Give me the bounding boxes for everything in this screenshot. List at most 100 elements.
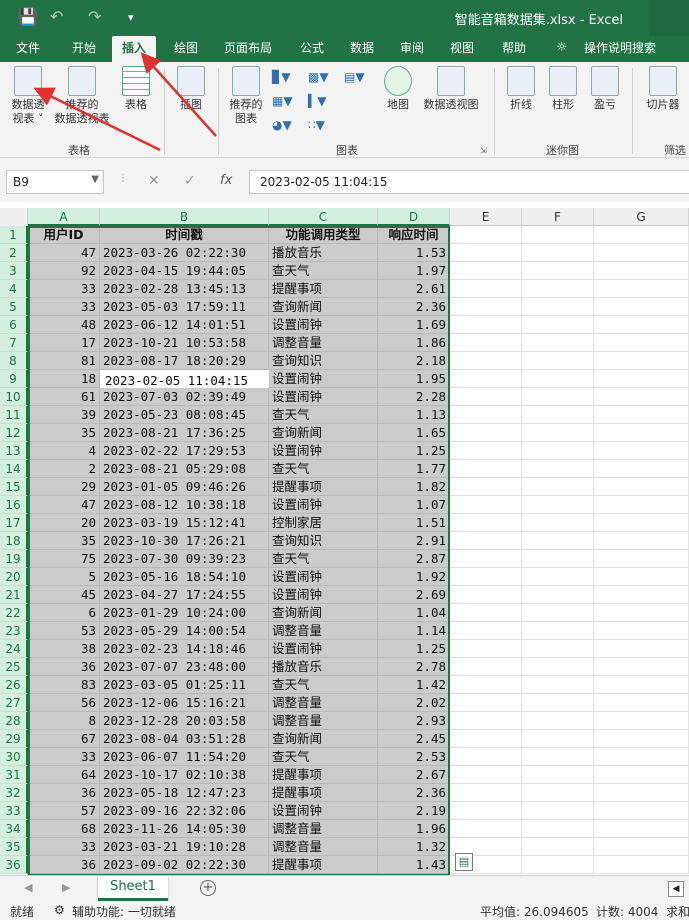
row-header[interactable]: 25 — [0, 658, 28, 676]
empty-cell[interactable] — [594, 496, 689, 514]
data-cell[interactable]: 查天气 — [269, 460, 378, 478]
data-cell[interactable]: 2023-08-17 18:20:29 — [100, 352, 269, 370]
add-sheet-button[interactable]: + — [200, 880, 216, 896]
data-cell[interactable]: 2023-03-05 01:25:11 — [100, 676, 269, 694]
data-cell[interactable]: 2023-08-21 17:36:25 — [100, 424, 269, 442]
row-header[interactable]: 9 — [0, 370, 28, 388]
row-header[interactable]: 21 — [0, 586, 28, 604]
maps-button[interactable]: 地图 — [382, 66, 414, 112]
data-cell[interactable]: 2023-05-23 08:08:45 — [100, 406, 269, 424]
data-cell[interactable]: 2.93 — [378, 712, 450, 730]
empty-cell[interactable] — [522, 496, 594, 514]
data-cell[interactable]: 29 — [28, 478, 100, 496]
empty-cell[interactable] — [450, 658, 522, 676]
empty-cell[interactable] — [594, 442, 689, 460]
empty-cell[interactable] — [594, 694, 689, 712]
sheet-tab[interactable]: Sheet1 — [98, 876, 168, 901]
row-header[interactable]: 28 — [0, 712, 28, 730]
data-cell[interactable]: 57 — [28, 802, 100, 820]
data-cell[interactable]: 查询新闻 — [269, 424, 378, 442]
sparkline-line-button[interactable]: 折线 — [502, 66, 540, 112]
data-cell[interactable]: 1.95 — [378, 370, 450, 388]
row-header[interactable]: 3 — [0, 262, 28, 280]
scatter-chart-icon[interactable]: ∷▼ — [308, 118, 330, 136]
row-header[interactable]: 36 — [0, 856, 28, 874]
data-cell[interactable]: 2023-03-26 02:22:30 — [100, 244, 269, 262]
data-cell[interactable]: 83 — [28, 676, 100, 694]
data-cell[interactable]: 1.07 — [378, 496, 450, 514]
empty-cell[interactable] — [522, 352, 594, 370]
worksheet-grid[interactable]: ABCDEFG 1 用户ID 时间戳 功能调用类型 响应时间 2 47 2023-03-26 … — [0, 208, 689, 875]
empty-cell[interactable] — [450, 640, 522, 658]
column-header-b[interactable]: B — [100, 208, 269, 226]
data-cell[interactable]: 调整音量 — [269, 838, 378, 856]
column-chart-icon[interactable]: ▊▼ — [272, 70, 294, 88]
data-cell[interactable]: 2023-04-15 19:44:05 — [100, 262, 269, 280]
data-cell[interactable]: 调整音量 — [269, 694, 378, 712]
pivot-table-button[interactable]: 数据透 视表 ˅ — [6, 66, 50, 126]
empty-cell[interactable] — [522, 640, 594, 658]
row-header[interactable]: 26 — [0, 676, 28, 694]
data-cell[interactable]: 1.32 — [378, 838, 450, 856]
empty-cell[interactable] — [450, 550, 522, 568]
row-header[interactable]: 23 — [0, 622, 28, 640]
data-cell[interactable]: 47 — [28, 496, 100, 514]
empty-cell[interactable] — [450, 442, 522, 460]
empty-cell[interactable] — [450, 226, 522, 244]
empty-cell[interactable] — [594, 478, 689, 496]
formula-input[interactable]: 2023-02-05 11:04:15 — [249, 170, 689, 194]
data-cell[interactable]: 36 — [28, 856, 100, 874]
data-cell[interactable]: 2.36 — [378, 784, 450, 802]
empty-cell[interactable] — [450, 370, 522, 388]
tab-view[interactable]: 视图 — [440, 36, 484, 62]
empty-cell[interactable] — [450, 748, 522, 766]
data-cell[interactable]: 2023-03-19 15:12:41 — [100, 514, 269, 532]
empty-cell[interactable] — [522, 262, 594, 280]
header-cell[interactable]: 用户ID — [28, 226, 100, 244]
empty-cell[interactable] — [522, 388, 594, 406]
empty-cell[interactable] — [522, 370, 594, 388]
empty-cell[interactable] — [522, 280, 594, 298]
data-cell[interactable]: 设置闹钟 — [269, 442, 378, 460]
empty-cell[interactable] — [594, 514, 689, 532]
column-header-d[interactable]: D — [378, 208, 450, 226]
data-cell[interactable]: 45 — [28, 586, 100, 604]
empty-cell[interactable] — [522, 406, 594, 424]
data-cell[interactable]: 1.25 — [378, 442, 450, 460]
data-cell[interactable]: 2.53 — [378, 748, 450, 766]
empty-cell[interactable] — [522, 694, 594, 712]
data-cell[interactable]: 查询知识 — [269, 532, 378, 550]
data-cell[interactable]: 查询知识 — [269, 352, 378, 370]
data-cell[interactable]: 2.18 — [378, 352, 450, 370]
empty-cell[interactable] — [594, 784, 689, 802]
data-cell[interactable]: 17 — [28, 334, 100, 352]
slicer-button[interactable]: 切片器 — [638, 66, 688, 112]
data-cell[interactable]: 6 — [28, 604, 100, 622]
data-cell[interactable]: 2023-07-07 23:48:00 — [100, 658, 269, 676]
sparkline-column-button[interactable]: 柱形 — [544, 66, 582, 112]
empty-cell[interactable] — [522, 316, 594, 334]
statistic-chart-icon[interactable]: ▍▼ — [308, 94, 330, 112]
header-cell[interactable]: 功能调用类型 — [269, 226, 378, 244]
tab-home[interactable]: 开始 — [62, 36, 106, 62]
empty-cell[interactable] — [522, 712, 594, 730]
empty-cell[interactable] — [522, 604, 594, 622]
row-header[interactable]: 1 — [0, 226, 28, 244]
pivot-chart-button[interactable]: 数据透视图 — [420, 66, 482, 112]
row-header[interactable]: 8 — [0, 352, 28, 370]
empty-cell[interactable] — [522, 244, 594, 262]
data-cell[interactable]: 2 — [28, 460, 100, 478]
empty-cell[interactable] — [522, 442, 594, 460]
data-cell[interactable]: 2023-09-02 02:22:30 — [100, 856, 269, 874]
data-cell[interactable]: 2023-06-07 11:54:20 — [100, 748, 269, 766]
empty-cell[interactable] — [450, 316, 522, 334]
tell-me-search[interactable]: 操作说明搜索 — [574, 36, 666, 62]
row-header[interactable]: 11 — [0, 406, 28, 424]
data-cell[interactable]: 查天气 — [269, 550, 378, 568]
empty-cell[interactable] — [594, 856, 689, 874]
data-cell[interactable]: 2023-08-21 05:29:08 — [100, 460, 269, 478]
empty-cell[interactable] — [450, 586, 522, 604]
tab-data[interactable]: 数据 — [340, 36, 384, 62]
empty-cell[interactable] — [450, 604, 522, 622]
data-cell[interactable]: 查天气 — [269, 406, 378, 424]
